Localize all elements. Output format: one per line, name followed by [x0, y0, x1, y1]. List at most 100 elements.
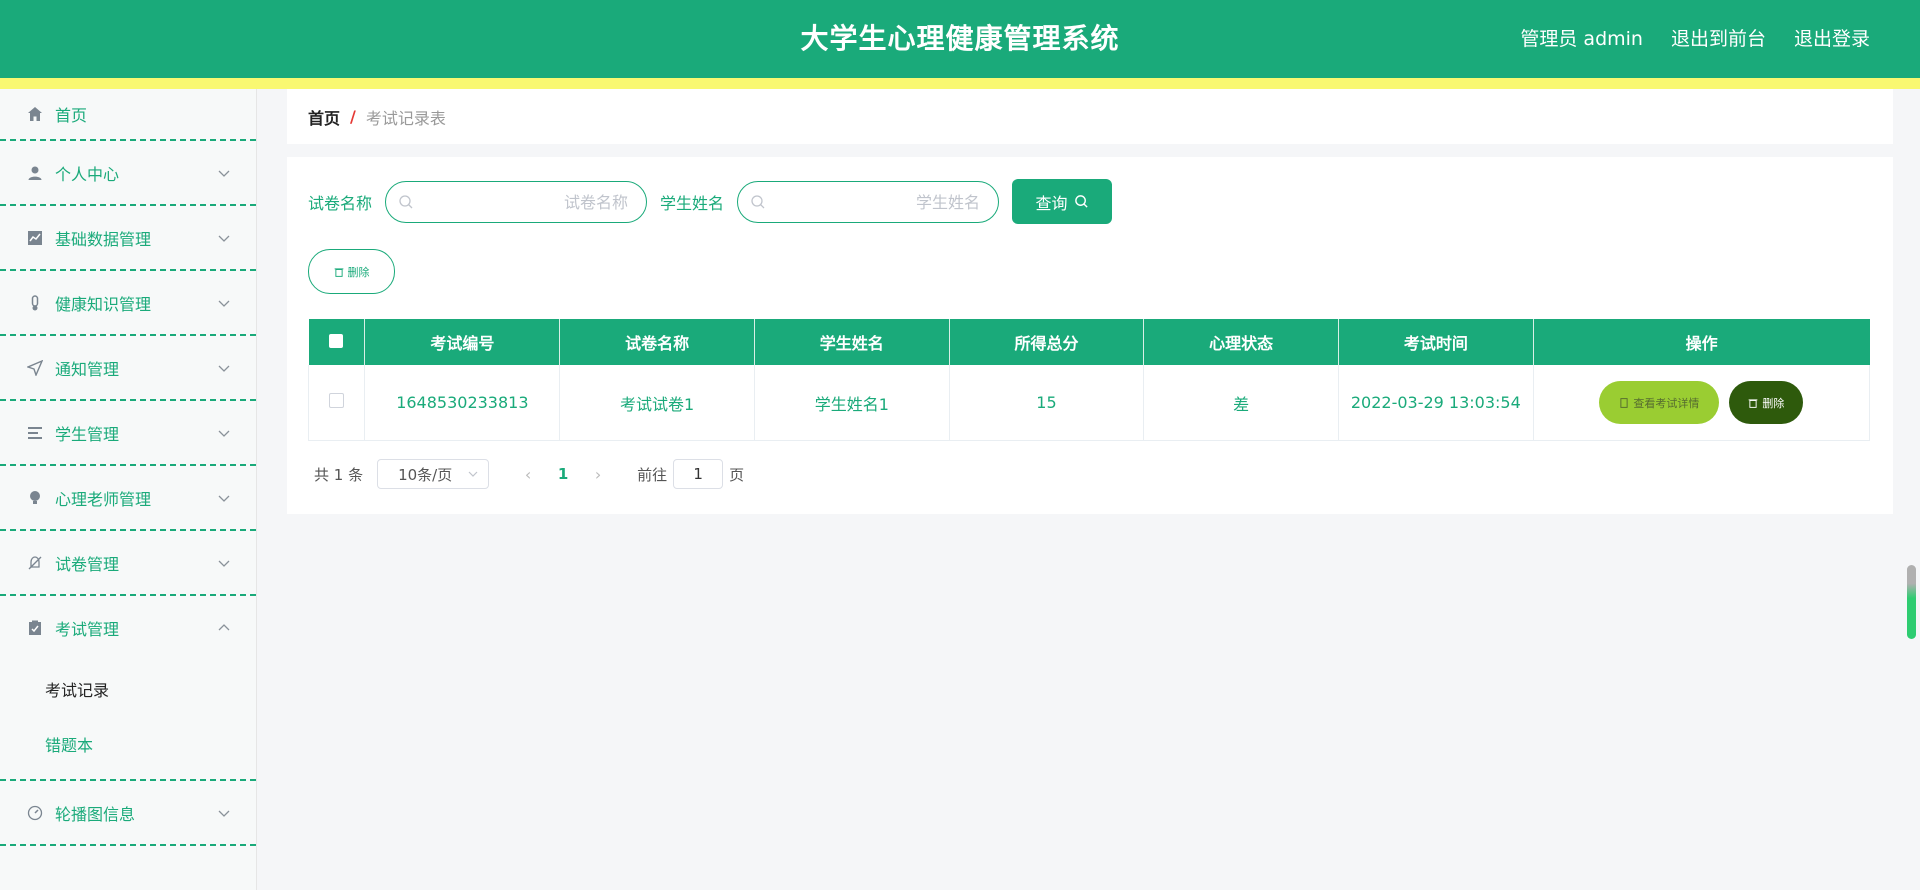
sidebar-item-personal-center[interactable]: 个人中心 — [0, 141, 256, 206]
prev-page-button[interactable]: ‹ — [513, 465, 543, 484]
sidebar-item-label: 通知管理 — [55, 359, 120, 379]
chevron-down-icon — [218, 170, 230, 177]
sidebar-item-health-knowledge[interactable]: 健康知识管理 — [0, 271, 256, 336]
search-icon — [751, 194, 765, 208]
student-name-label: 学生姓名 — [660, 193, 725, 213]
clipboard-icon — [25, 618, 45, 638]
search-icon — [399, 194, 413, 208]
page-size-select[interactable]: 10条/页 — [377, 459, 490, 489]
score-cell: 15 — [949, 365, 1145, 441]
chevron-down-icon — [218, 810, 230, 817]
bulk-delete-button[interactable]: 删除 — [308, 249, 395, 294]
query-button[interactable]: 查询 — [1012, 179, 1113, 224]
row-select-cell — [307, 365, 366, 441]
search-icon — [1074, 195, 1088, 208]
page-scrollbar[interactable] — [1907, 565, 1916, 639]
sidebar-item-home[interactable]: 首页 — [0, 89, 256, 141]
bulk-delete-label: 删除 — [347, 265, 370, 279]
column-header: 考试编号 — [364, 319, 561, 365]
chevron-down-icon — [218, 365, 230, 372]
chevron-down-icon — [218, 235, 230, 242]
table-header-row: 考试编号 试卷名称 学生姓名 所得总分 心理状态 考试时间 操作 — [308, 319, 1870, 365]
goto-page: 前往 页 — [637, 459, 744, 489]
row-delete-label: 删除 — [1762, 397, 1785, 410]
sidebar-item-label: 基础数据管理 — [55, 229, 152, 249]
main-content: 试卷名称 学生姓名 查询 删除 考试编号 试卷名称 学生姓名 所得总分 心理状态 — [287, 157, 1893, 514]
breadcrumb-separator: / — [350, 107, 356, 126]
sidebar-item-basic-data[interactable]: 基础数据管理 — [0, 206, 256, 271]
column-header: 学生姓名 — [754, 319, 950, 365]
sidebar-subitem-exam-records[interactable]: 考试记录 — [0, 663, 256, 718]
exit-to-front-link[interactable]: 退出到前台 — [1671, 0, 1766, 78]
page-unit-label: 页 — [729, 465, 745, 484]
paper-name-input[interactable] — [422, 189, 631, 216]
sidebar-item-exams[interactable]: 考试管理 — [0, 596, 256, 659]
actions-cell: 查看考试详情 删除 — [1533, 365, 1871, 441]
view-detail-label: 查看考试详情 — [1633, 397, 1700, 410]
sidebar-item-label: 学生管理 — [55, 424, 120, 444]
sidebar-item-teachers[interactable]: 心理老师管理 — [0, 466, 256, 531]
column-header: 操作 — [1533, 319, 1870, 365]
chart-icon — [25, 228, 45, 248]
column-header: 所得总分 — [949, 319, 1145, 365]
status-cell: 差 — [1143, 365, 1339, 441]
page-size-value: 10条/页 — [398, 465, 453, 484]
sidebar-item-label: 考试管理 — [55, 619, 120, 639]
student-name-search — [737, 180, 1000, 223]
query-label: 查询 — [1035, 195, 1068, 213]
gauge-icon — [25, 803, 45, 823]
column-header: 考试时间 — [1338, 319, 1534, 365]
exam-records-table: 考试编号 试卷名称 学生姓名 所得总分 心理状态 考试时间 操作 1648530… — [307, 319, 1871, 441]
breadcrumb-home[interactable]: 首页 — [308, 105, 340, 129]
thermometer-icon — [25, 293, 45, 313]
home-icon — [25, 104, 45, 124]
row-checkbox[interactable] — [329, 393, 345, 408]
paper-name-label: 试卷名称 — [308, 193, 373, 213]
time-cell: 2022-03-29 13:03:54 — [1338, 365, 1534, 441]
sidebar-item-label: 轮播图信息 — [55, 804, 136, 824]
paper-name-cell: 考试试卷1 — [559, 365, 755, 441]
bell-off-icon — [25, 553, 45, 573]
header-links: 管理员 admin 退出到前台 退出登录 — [1520, 0, 1870, 78]
student-name-input[interactable] — [774, 189, 983, 216]
sidebar-item-label: 个人中心 — [55, 164, 120, 184]
logout-link[interactable]: 退出登录 — [1794, 0, 1870, 78]
sidebar-item-papers[interactable]: 试卷管理 — [0, 531, 256, 596]
chevron-down-icon — [218, 300, 230, 307]
breadcrumb-current: 考试记录表 — [365, 108, 446, 128]
chevron-up-icon — [218, 623, 230, 630]
search-bar: 试卷名称 学生姓名 查询 — [308, 179, 1113, 224]
row-delete-button[interactable]: 删除 — [1729, 381, 1804, 424]
goto-page-input[interactable] — [673, 459, 724, 489]
chevron-down-icon — [218, 495, 230, 502]
page-number[interactable]: 1 — [543, 465, 583, 483]
trash-icon — [334, 267, 343, 277]
admin-label: 管理员 admin — [1520, 28, 1643, 50]
sidebar-item-notice[interactable]: 通知管理 — [0, 336, 256, 401]
column-header: 试卷名称 — [559, 319, 755, 365]
sidebar-item-carousel[interactable]: 轮播图信息 — [0, 781, 256, 846]
sidebar-subitem-wrong-questions[interactable]: 错题本 — [0, 718, 256, 773]
document-icon — [1620, 397, 1628, 408]
top-header: 大学生心理健康管理系统 管理员 admin 退出到前台 退出登录 — [0, 0, 1920, 78]
accent-bar — [0, 78, 1920, 89]
chevron-down-icon — [468, 471, 478, 477]
column-header: 心理状态 — [1143, 319, 1339, 365]
sidebar-item-label: 试卷管理 — [55, 554, 120, 574]
list-icon — [25, 423, 45, 443]
sidebar-item-students[interactable]: 学生管理 — [0, 401, 256, 466]
select-all-cell — [308, 319, 366, 365]
exam-number-cell: 1648530233813 — [364, 365, 561, 441]
sidebar: 首页 个人中心 基础数据管理 健康知识管理 通知管理 学生管理 心理老师管理 试… — [0, 89, 257, 890]
total-count: 共 1 条 — [314, 465, 364, 484]
goto-label: 前往 — [637, 465, 668, 484]
next-page-button[interactable]: › — [583, 465, 613, 484]
bulb-icon — [25, 488, 45, 508]
chevron-down-icon — [218, 560, 230, 567]
view-detail-button[interactable]: 查看考试详情 — [1599, 381, 1720, 424]
chevron-down-icon — [218, 430, 230, 437]
exam-submenu: 考试记录 错题本 — [0, 659, 256, 781]
trash-icon — [1748, 398, 1758, 408]
select-all-checkbox[interactable] — [329, 333, 344, 348]
student-name-cell: 学生姓名1 — [754, 365, 950, 441]
